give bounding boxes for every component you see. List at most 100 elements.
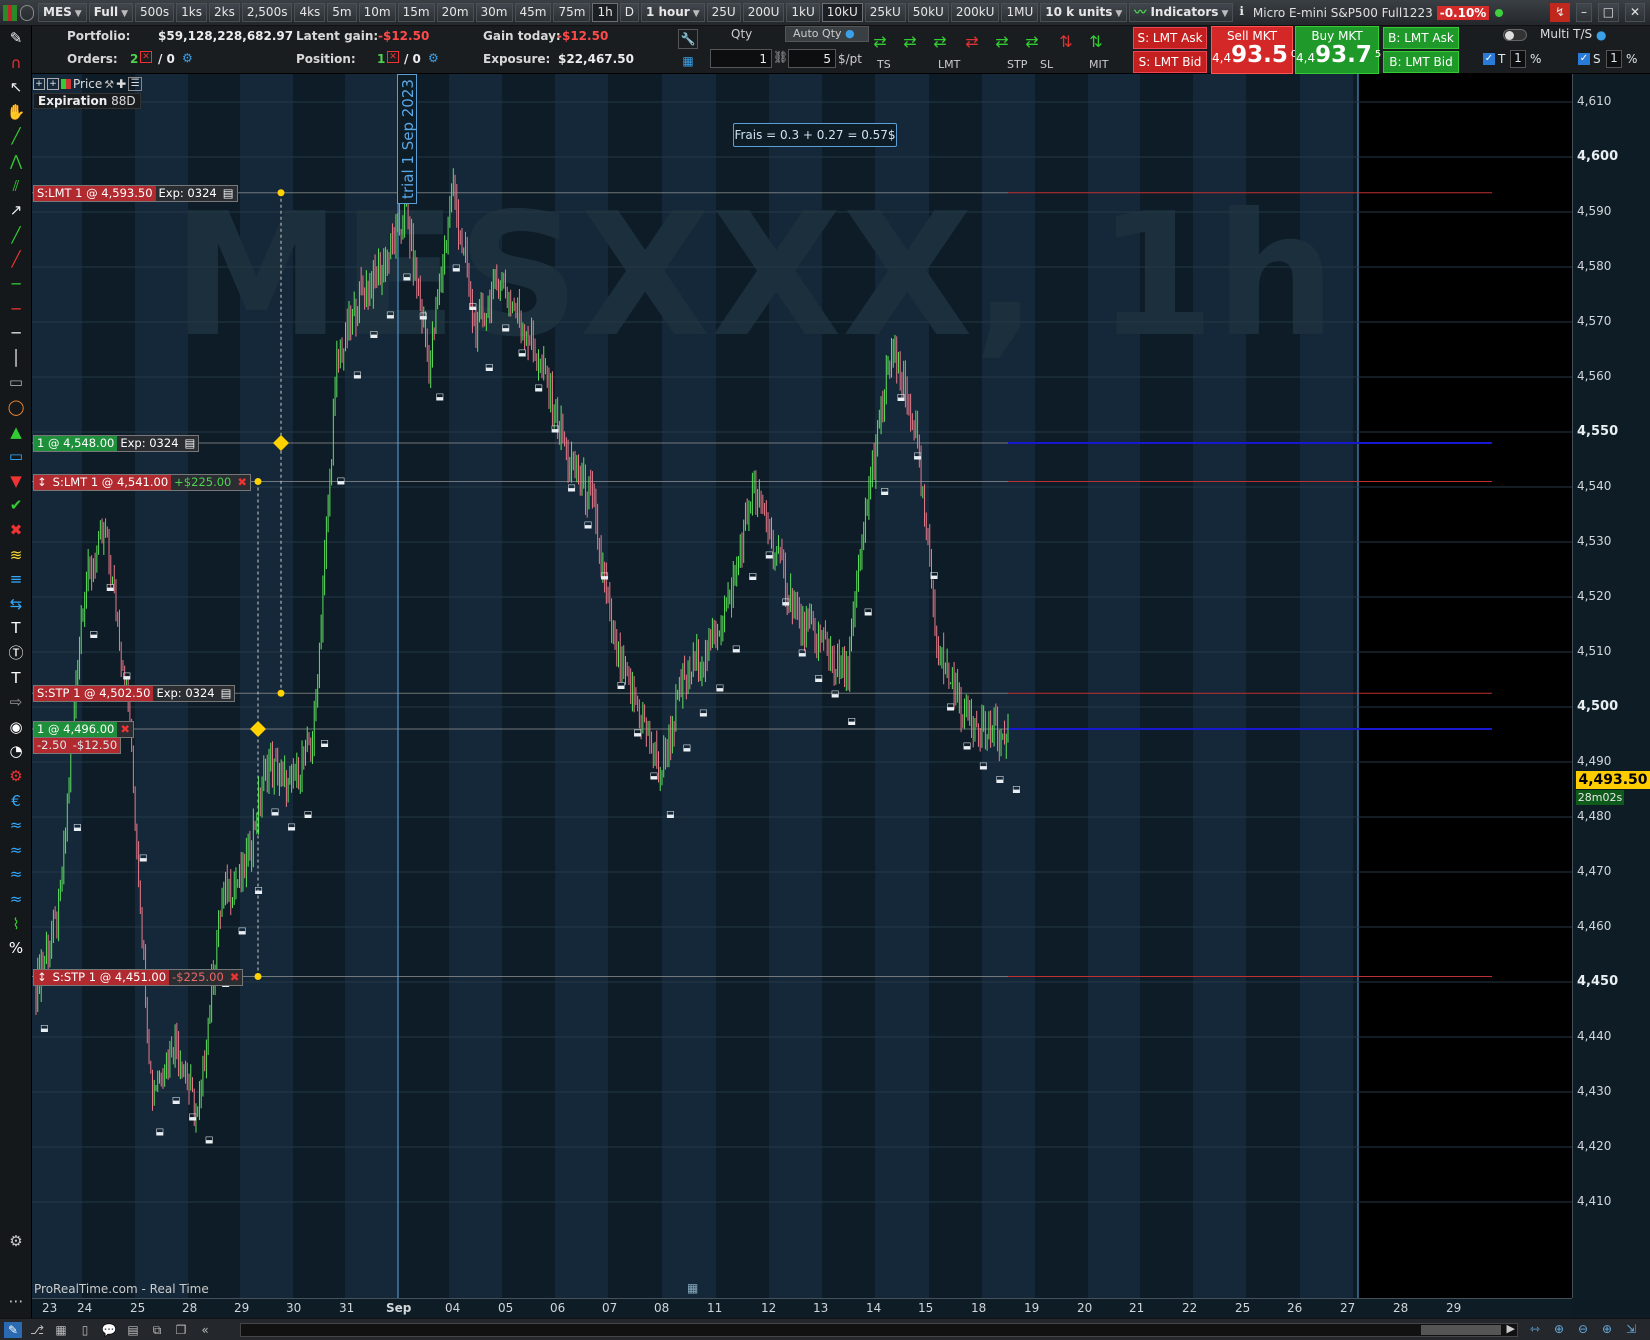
- wave4-icon[interactable]: ≈: [4, 889, 28, 909]
- trendline-icon[interactable]: ╱: [4, 126, 28, 146]
- layout-icon[interactable]: ▦: [52, 1322, 70, 1338]
- unit-button-1[interactable]: 200U: [742, 3, 785, 22]
- text-icon[interactable]: T: [4, 618, 28, 638]
- unit-button-5[interactable]: 50kU: [907, 3, 949, 22]
- multi-ts-toggle[interactable]: [1503, 29, 1527, 41]
- gear-icon[interactable]: ⚙: [4, 766, 28, 786]
- order-handle-dot[interactable]: [254, 478, 262, 485]
- unit-button-6[interactable]: 200kU: [950, 3, 1000, 22]
- copy-icon[interactable]: ⧉: [148, 1322, 166, 1338]
- more-icon[interactable]: ⋯: [4, 1291, 28, 1311]
- unit-button-2[interactable]: 1kU: [786, 3, 820, 22]
- chat-icon[interactable]: 💬: [100, 1322, 118, 1338]
- order-type-icon-6[interactable]: ⇅: [1056, 32, 1076, 52]
- auto-qty-toggle[interactable]: Auto Qty ●: [785, 26, 869, 42]
- interval-button-6[interactable]: 10m: [358, 3, 396, 22]
- order-type-icon-5[interactable]: ⇄: [1022, 32, 1042, 52]
- order-handle-dot[interactable]: [277, 689, 285, 697]
- zoom-fit-icon[interactable]: ⊕: [1550, 1321, 1568, 1337]
- multi-line-icon[interactable]: ⋀: [4, 151, 28, 171]
- mode-select[interactable]: Full ▼: [88, 3, 133, 22]
- collapse-icon[interactable]: «: [196, 1322, 214, 1338]
- sell-limit-order-tag[interactable]: S:LMT 1 @ 4,593.50 Exp: 0324 ▤: [33, 184, 238, 202]
- fib2-icon[interactable]: ≡: [4, 569, 28, 589]
- calendar-icon[interactable]: ▦: [687, 1281, 698, 1295]
- order-edit-icon[interactable]: ▤: [219, 185, 237, 201]
- price-tab[interactable]: Price: [73, 77, 102, 91]
- buy-market-button[interactable]: Buy MKT 4,493.7 5: [1295, 26, 1381, 74]
- maximize-button[interactable]: □: [1597, 3, 1620, 22]
- ray-icon[interactable]: ↗: [4, 200, 28, 220]
- eye-icon[interactable]: ◉: [4, 717, 28, 737]
- text3-icon[interactable]: T: [4, 668, 28, 688]
- add-panel-icon[interactable]: +: [47, 78, 59, 90]
- hline-white-icon[interactable]: ─: [4, 323, 28, 343]
- interval-button-7[interactable]: 15m: [397, 3, 435, 22]
- s-checkbox[interactable]: ✓: [1578, 53, 1590, 65]
- hand-icon[interactable]: ✋: [4, 102, 28, 122]
- wand-icon[interactable]: ✎: [4, 1322, 22, 1338]
- vline-icon[interactable]: │: [4, 348, 28, 368]
- gauge-icon[interactable]: ◔: [4, 741, 28, 761]
- sell-stop-order-tag[interactable]: S:STP 1 @ 4,502.50 Exp: 0324 ▤: [33, 685, 236, 703]
- hline-green-icon[interactable]: ─: [4, 274, 28, 294]
- stop-loss-order-tag[interactable]: ↕ S:STP 1 @ 4,451.00 -$225.00 ✖: [33, 968, 244, 986]
- points-input[interactable]: [788, 49, 836, 68]
- order-type-icon-1[interactable]: ⇄: [900, 32, 920, 52]
- drag-handle-icon[interactable]: ↕: [34, 474, 50, 490]
- position-edit-icon[interactable]: ▤: [181, 436, 199, 451]
- zigzag-icon[interactable]: ⌇: [4, 914, 28, 934]
- symbol-icon[interactable]: [20, 4, 34, 21]
- take-profit-order-tag[interactable]: ↕ S:LMT 1 @ 4,541.00 +$225.00 ✖: [33, 473, 252, 491]
- position-tag[interactable]: 1 @ 4,496.00 ✖: [33, 721, 134, 738]
- order-type-icon-7[interactable]: ⇅: [1086, 32, 1106, 52]
- zoom-in-icon[interactable]: ⊕: [1598, 1321, 1616, 1337]
- cancel-orders-icon[interactable]: ✕: [140, 51, 152, 63]
- interval-button-3[interactable]: 2,500s: [241, 3, 293, 22]
- wrench-icon[interactable]: 🔧: [678, 29, 698, 49]
- unit-select[interactable]: 10 k units ▼: [1040, 3, 1128, 22]
- price-chart[interactable]: MESXXX, 1h⬓⬓⬓⬓⬓⬓⬓⬓⬓⬓⬓⬓⬓⬓⬓⬓⬓⬓⬓⬓⬓⬓⬓⬓⬓⬓⬓⬓⬓⬓…: [32, 74, 1572, 1298]
- ellipse-icon[interactable]: ◯: [4, 397, 28, 417]
- scroll-thumb[interactable]: [1421, 1325, 1501, 1335]
- pencil-icon[interactable]: ✎: [4, 28, 28, 48]
- check-icon[interactable]: ✔: [4, 495, 28, 515]
- windows-icon[interactable]: ❐: [172, 1322, 190, 1338]
- reset-zoom-icon[interactable]: ⇲: [1622, 1321, 1640, 1337]
- indicators-button[interactable]: 〰 Indicators ▼: [1129, 3, 1234, 22]
- buy-limit-bid-button[interactable]: B: LMT Bid: [1383, 51, 1459, 73]
- multi-ts-help-icon[interactable]: ●: [1596, 28, 1606, 42]
- drag-handle-icon[interactable]: ↕: [34, 969, 50, 985]
- s-value-input[interactable]: 1: [1606, 50, 1622, 68]
- ruler-icon[interactable]: ▭: [4, 372, 28, 392]
- close-position-icon[interactable]: ✖: [117, 722, 133, 737]
- order-handle-dot[interactable]: [254, 973, 262, 980]
- line-red-icon[interactable]: ╱: [4, 249, 28, 269]
- scroll-right-icon[interactable]: ▶: [1507, 1322, 1515, 1335]
- fib-icon[interactable]: ≋: [4, 545, 28, 565]
- position-entry-tag[interactable]: 1 @ 4,548.00 Exp: 0324 ▤: [33, 435, 200, 452]
- keypad-icon[interactable]: ▦: [678, 52, 698, 72]
- info-button[interactable]: ℹ: [1235, 3, 1248, 22]
- symbol-select[interactable]: MES ▼: [38, 3, 87, 22]
- minimize-button[interactable]: –: [1575, 3, 1592, 22]
- zoom-out-icon[interactable]: ⊖: [1574, 1321, 1592, 1337]
- buy-limit-ask-button[interactable]: B: LMT Ask: [1383, 27, 1459, 49]
- t-checkbox[interactable]: ✓: [1483, 53, 1495, 65]
- order-type-icon-0[interactable]: ⇄: [870, 32, 890, 52]
- text2-icon[interactable]: Ⓣ: [4, 643, 28, 663]
- interval-button-13[interactable]: D: [619, 3, 639, 22]
- detach-button[interactable]: ↯: [1550, 3, 1571, 22]
- interval-button-4[interactable]: 4ks: [294, 3, 326, 22]
- fullscreen-icon[interactable]: ⤢: [1646, 1321, 1650, 1337]
- interval-button-1[interactable]: 1ks: [176, 3, 207, 22]
- interval-button-5[interactable]: 5m: [327, 3, 357, 22]
- chart-area[interactable]: MESXXX, 1h ⬓ ⬓ ⬓ ⬓ ⬓ ⬓ ⬓ ⬓ ⬓ ⬓ ⬓ ⬓ ⬓ ⬓ ⬓ ⬓ ⬓ ⬓ ⬓ ⬓ ⬓ ⬓ ⬓ ⬓ ⬓ ⬓ ⬓ ⬓ ⬓ ⬓…: [32, 74, 1572, 1298]
- list-icon[interactable]: ☰: [128, 77, 143, 91]
- wave2-icon[interactable]: ≈: [4, 840, 28, 860]
- fees-annotation[interactable]: Frais = 0.3 + 0.27 = 0.57$: [733, 123, 897, 147]
- wave3-icon[interactable]: ≈: [4, 864, 28, 884]
- wrench-icon[interactable]: ⚒: [104, 78, 114, 91]
- order-type-icon-3[interactable]: ⇄: [962, 32, 982, 52]
- magnet-icon[interactable]: ∩: [4, 53, 28, 73]
